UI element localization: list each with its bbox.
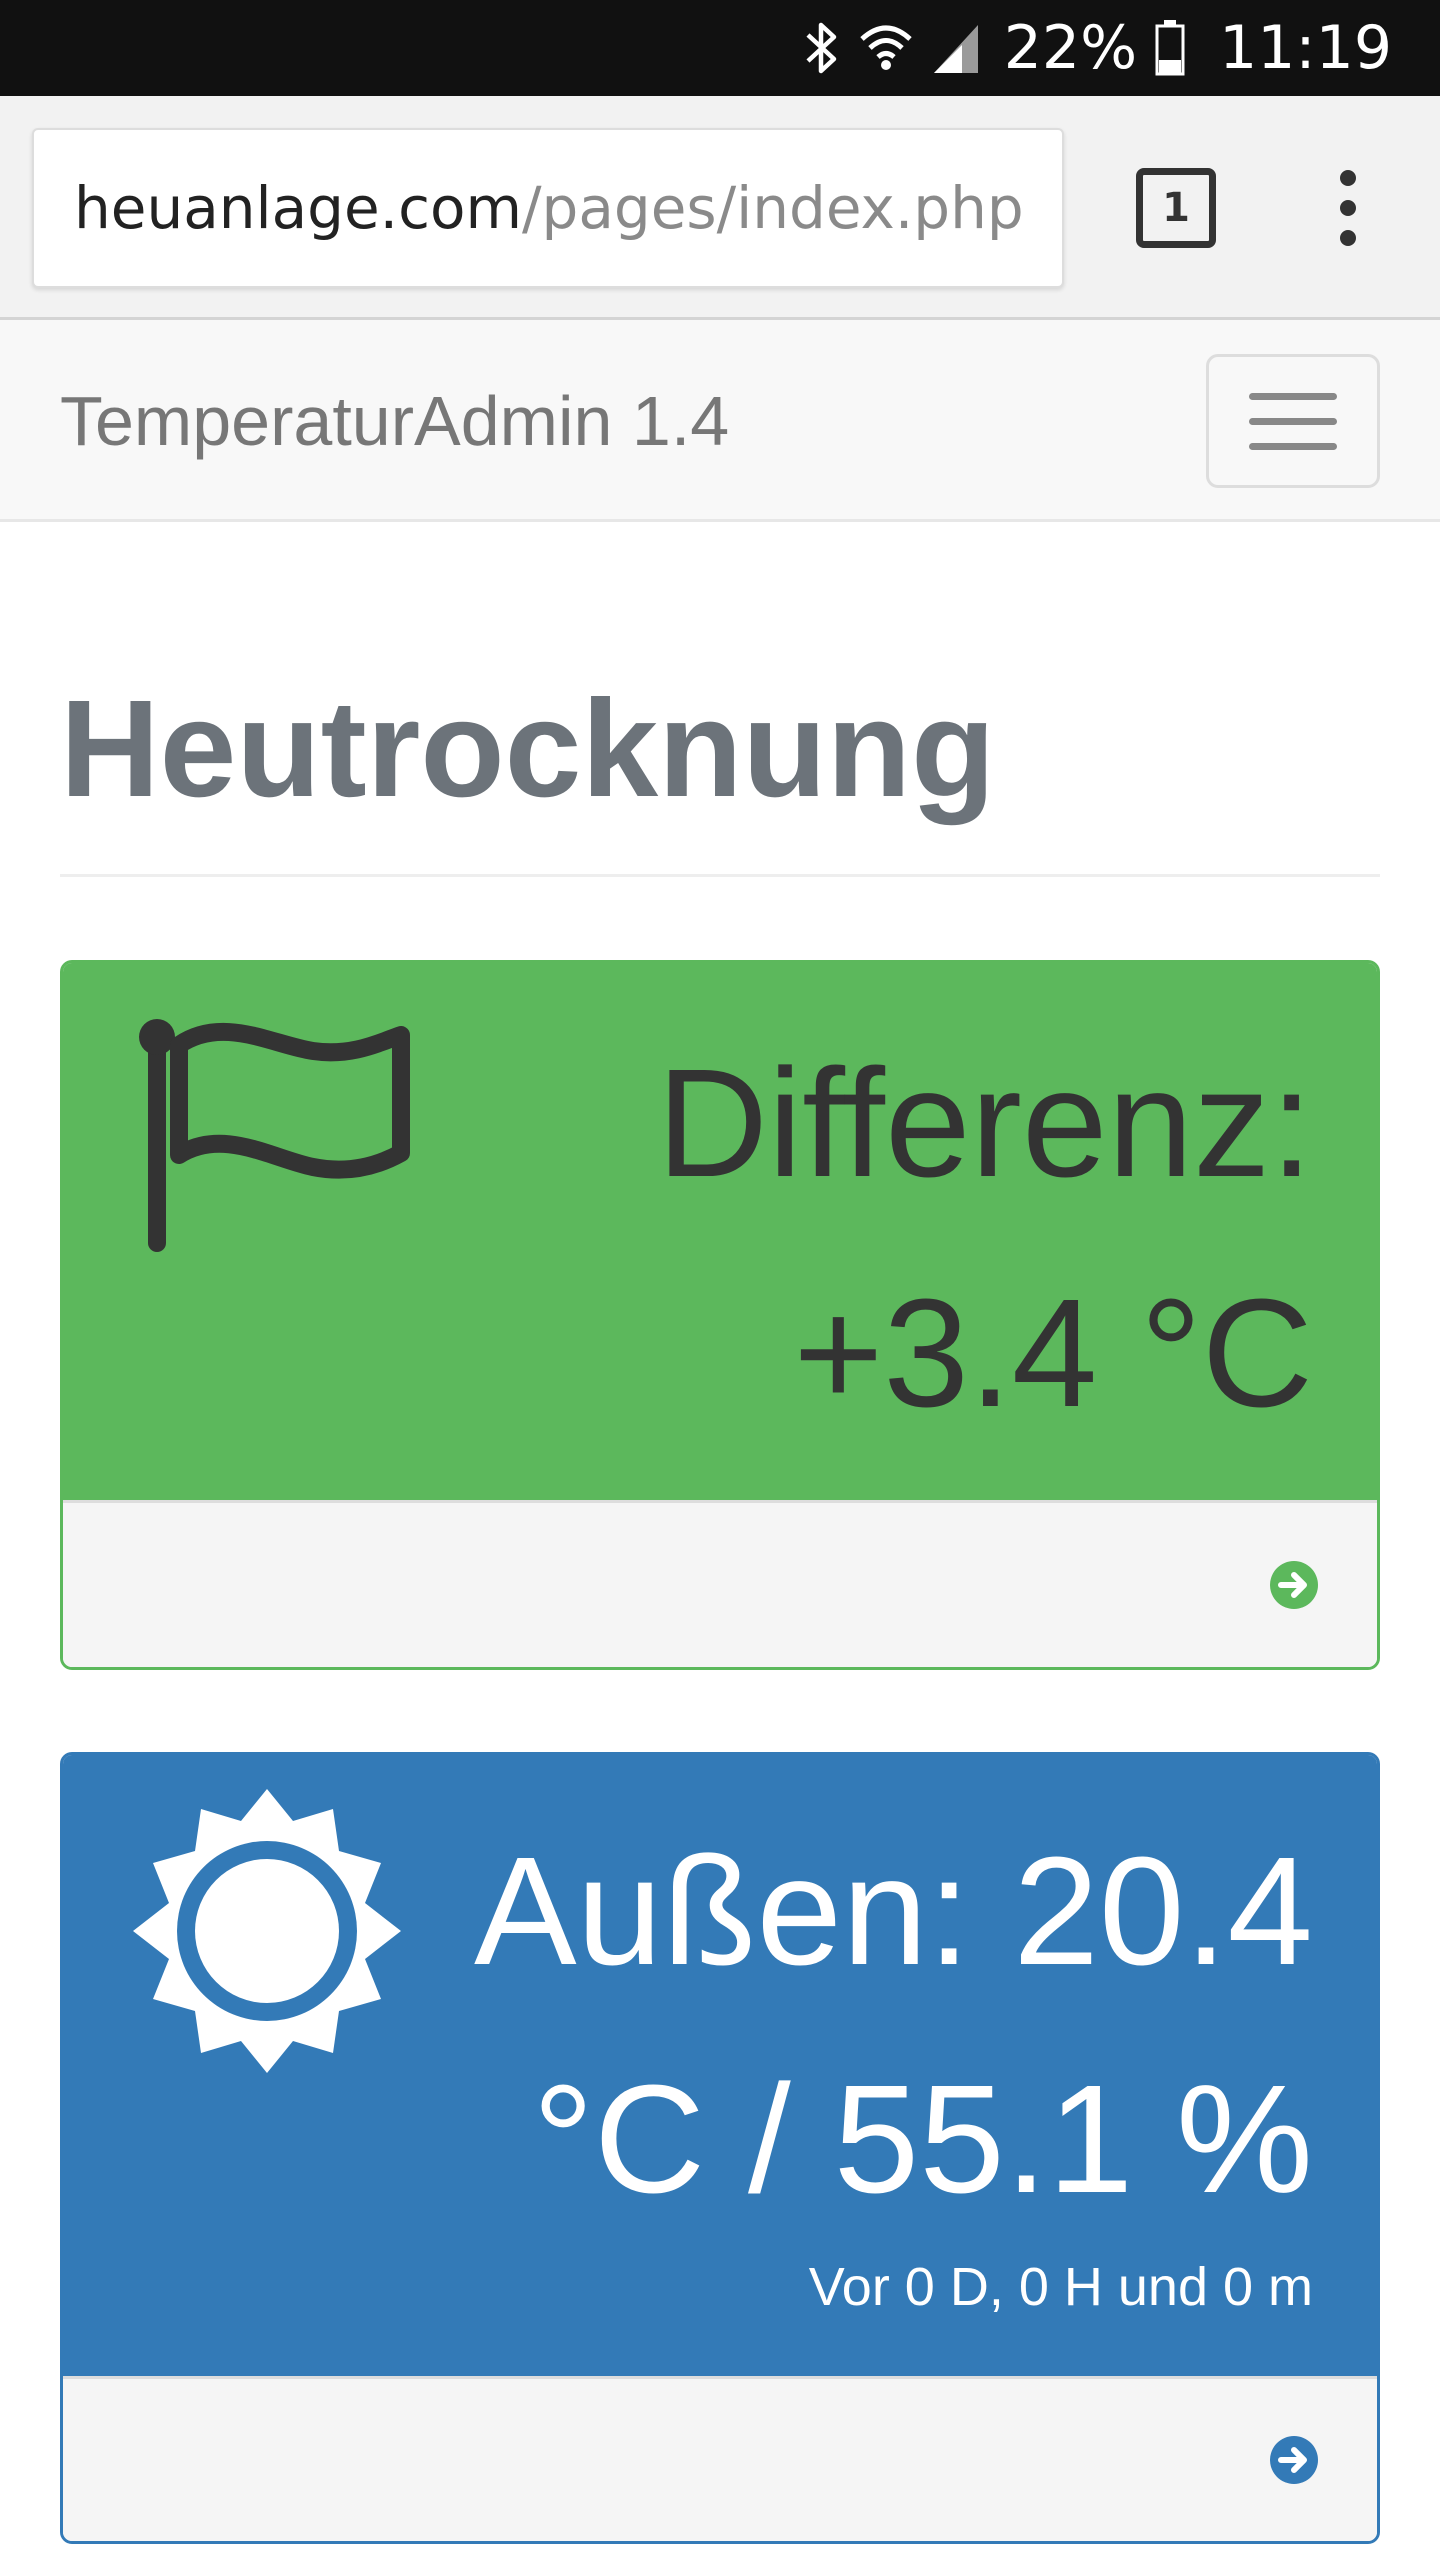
status-bar: 22% 11:19 bbox=[0, 0, 1440, 96]
flag-icon bbox=[139, 1019, 410, 1252]
panel-heading: Außen: 20.4 °C / 55.1 % Vor 0 D, 0 H und… bbox=[63, 1755, 1377, 2376]
sun-icon bbox=[133, 1789, 401, 2073]
navbar-toggle-button[interactable] bbox=[1206, 354, 1380, 488]
tab-count: 1 bbox=[1162, 185, 1190, 231]
battery-icon bbox=[1155, 20, 1185, 76]
panel-footer[interactable] bbox=[63, 1500, 1377, 1667]
url-path: /pages/index.php bbox=[521, 174, 1024, 242]
navbar: TemperaturAdmin 1.4 bbox=[0, 320, 1440, 522]
page-title: Heutrocknung bbox=[60, 672, 996, 826]
arrow-circle-right-icon[interactable] bbox=[1269, 1560, 1319, 1610]
outside-panel: Außen: 20.4 °C / 55.1 % Vor 0 D, 0 H und… bbox=[60, 1752, 1380, 2544]
menu-dot-icon bbox=[1340, 170, 1356, 186]
menu-dot-icon bbox=[1340, 230, 1356, 246]
hamburger-bar bbox=[1249, 442, 1337, 450]
battery-percent: 22% bbox=[1003, 13, 1138, 83]
clock: 11:19 bbox=[1219, 13, 1392, 83]
title-divider bbox=[60, 874, 1380, 877]
wifi-icon bbox=[858, 21, 914, 75]
outside-label: Außen: 20.4 bbox=[473, 1825, 1313, 1997]
signal-icon bbox=[932, 21, 980, 75]
hamburger-bar bbox=[1249, 417, 1337, 425]
navbar-brand[interactable]: TemperaturAdmin 1.4 bbox=[60, 320, 729, 522]
difference-value: +3.4 °C bbox=[793, 1267, 1313, 1439]
tab-switcher-button[interactable]: 1 bbox=[1136, 168, 1216, 248]
panel-footer[interactable] bbox=[63, 2376, 1377, 2541]
url-host: heuanlage.com bbox=[74, 174, 522, 242]
bluetooth-icon bbox=[804, 21, 840, 75]
status-icons: 22% 11:19 bbox=[804, 0, 1392, 96]
hamburger-bar bbox=[1249, 392, 1337, 400]
url-bar[interactable]: heuanlage.com/pages/index.php bbox=[32, 128, 1064, 288]
browser-toolbar: heuanlage.com/pages/index.php 1 bbox=[0, 96, 1440, 320]
outside-value: °C / 55.1 % bbox=[532, 2053, 1313, 2225]
difference-label: Differenz: bbox=[656, 1037, 1313, 1209]
arrow-circle-right-icon[interactable] bbox=[1269, 2435, 1319, 2485]
overflow-menu-button[interactable] bbox=[1318, 158, 1378, 258]
last-update-text: Vor 0 D, 0 H und 0 m bbox=[808, 2257, 1313, 2317]
panel-heading: Differenz: +3.4 °C bbox=[63, 963, 1377, 1500]
menu-dot-icon bbox=[1340, 200, 1356, 216]
difference-panel: Differenz: +3.4 °C bbox=[60, 960, 1380, 1670]
